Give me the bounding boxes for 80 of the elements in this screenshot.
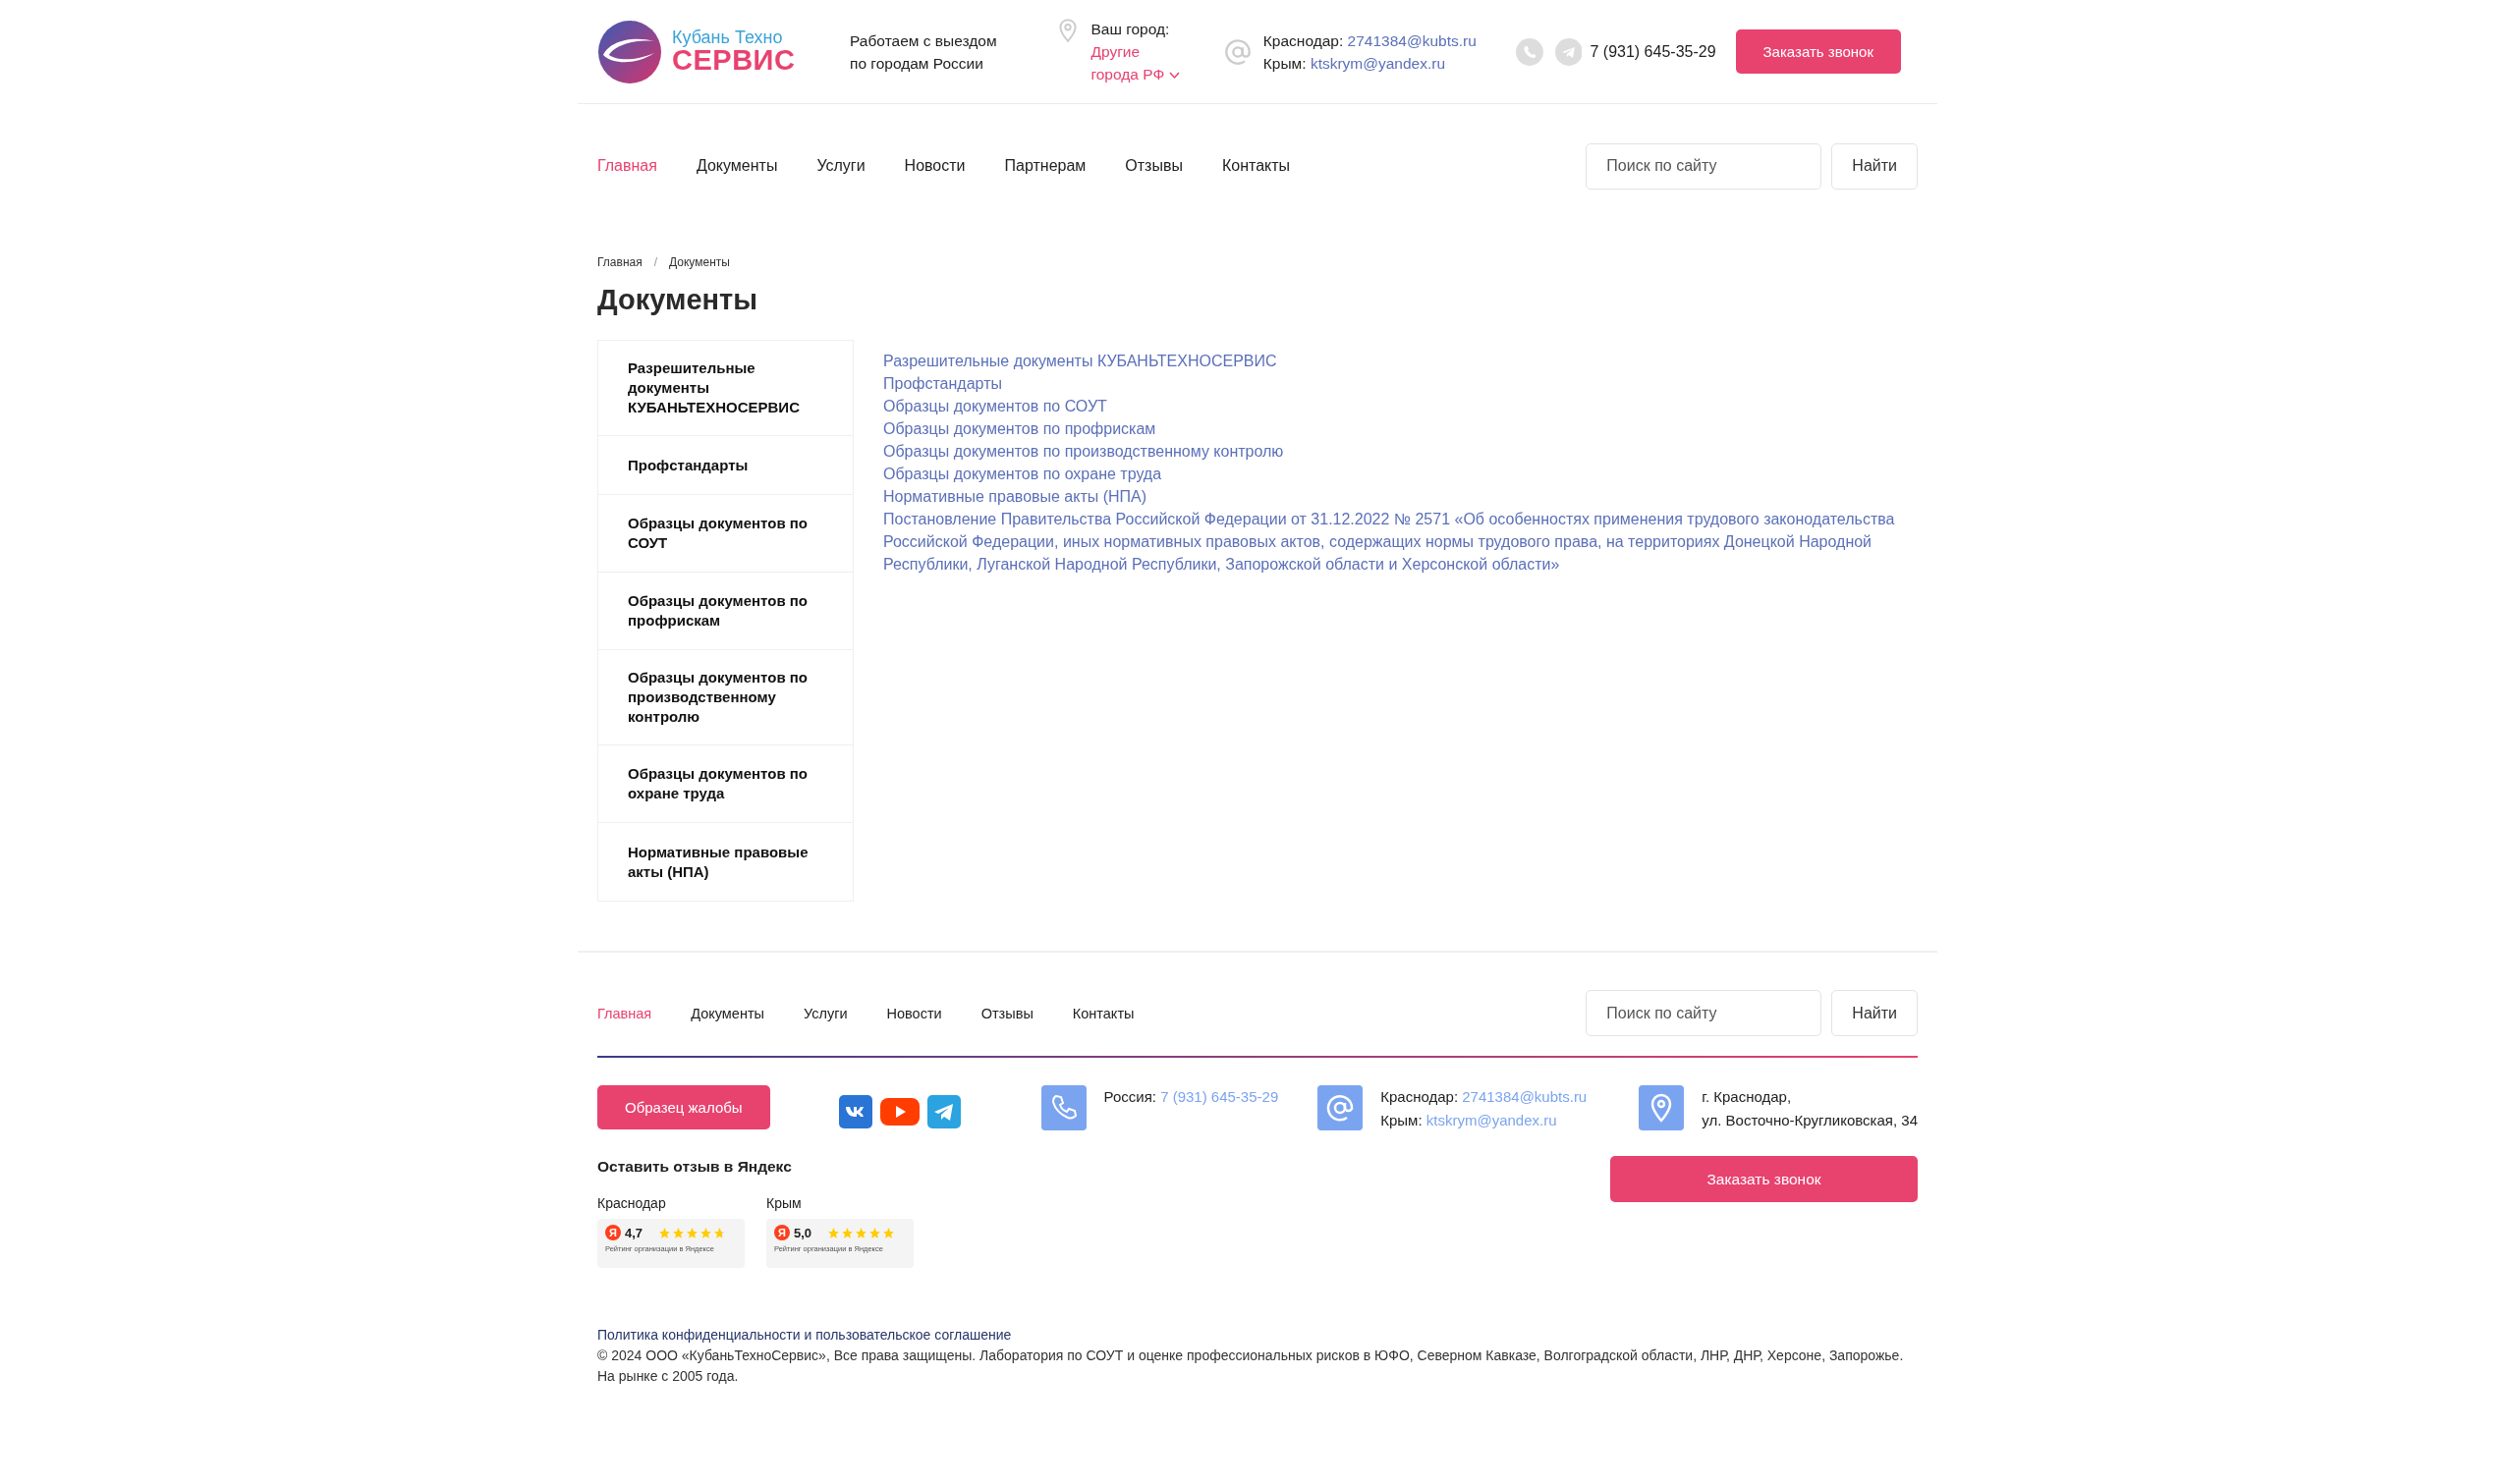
rating-city: Крым <box>766 1195 803 1211</box>
search-field[interactable]: Поиск по сайту <box>1586 142 1822 190</box>
chevron-down-icon <box>1168 72 1180 80</box>
copyright-text: © 2024 ООО «КубаньТехноСервис», Все права защищены. Лаборатория по СОУТ и оценке профессиональных рисков в ЮФО, Северном Кавказе, Волгоградской области, ЛНР, ДНР, Херсоне, Запорожье. На рынке с 2005 года. <box>597 1347 1905 1386</box>
star-icon <box>713 1226 727 1239</box>
star-icon <box>686 1226 699 1239</box>
breadcrumb-separator: / <box>653 255 658 269</box>
email-label: Краснодар: <box>1262 31 1345 49</box>
yandex-logo: Я <box>605 1225 621 1240</box>
email-link[interactable]: ktskrym@yandex.ru <box>1310 54 1446 72</box>
nav-link[interactable]: Главная <box>597 157 657 175</box>
city-label: Ваш город: <box>1090 20 1171 39</box>
email-link[interactable]: 2741384@kubts.ru <box>1347 31 1477 49</box>
nav-link[interactable]: Новости <box>886 1005 942 1021</box>
phone-label: Россия: <box>1103 1088 1157 1105</box>
star-icon <box>855 1226 868 1239</box>
document-link[interactable]: Постановление Правительства Российской Федерации от 31.12.2022 № 2571 «Об особенностях применения трудового законодательства Российской Федерации, иных нормативных правовых актов, содержащих нормы трудового права, на территориях Донецкой Народной Республики, Луганской Народной Республики, Запорожской области и Херсонской области» <box>883 508 1895 576</box>
document-link[interactable]: Нормативные правовые акты (НПА) <box>883 485 1895 508</box>
sidebar-item[interactable]: Разрешительные документы КУБАНЬТЕХНОСЕРВИС <box>598 341 853 436</box>
sidebar-item[interactable]: Образцы документов по СОУТ <box>598 495 853 573</box>
star-icon <box>882 1226 896 1239</box>
complaint-sample-button[interactable]: Образец жалобы <box>597 1085 770 1129</box>
sidebar-item[interactable]: Образцы документов по производственному контролю <box>598 650 853 745</box>
rating-city: Краснодар <box>597 1195 667 1211</box>
nav-link[interactable]: Контакты <box>1072 1005 1135 1021</box>
nav-link[interactable]: Отзывы <box>1125 157 1183 175</box>
phone-icon <box>1040 1085 1087 1130</box>
star-icon <box>827 1226 841 1239</box>
nav-link[interactable]: Партнерам <box>1004 157 1087 175</box>
nav-link[interactable]: Контакты <box>1221 157 1291 175</box>
city-selector[interactable]: Другие города РФ <box>1090 40 1182 85</box>
email-label: Крым: <box>1262 54 1308 72</box>
privacy-policy-link[interactable]: Политика конфиденциальности и пользовательское соглашение <box>597 1325 1012 1346</box>
address-text: ул. Восточно-Кругликовская, 34 <box>1702 1111 1918 1130</box>
callback-button[interactable]: Заказать звонок <box>1610 1156 1918 1202</box>
search-button[interactable]: Найти <box>1831 142 1918 190</box>
document-link[interactable]: Профстандарты <box>883 372 1895 395</box>
breadcrumb-link[interactable]: Документы <box>669 255 730 269</box>
nav-link[interactable]: Новости <box>904 157 966 175</box>
at-sign-icon <box>1317 1085 1364 1130</box>
document-link[interactable]: Образцы документов по профрискам <box>883 417 1895 440</box>
nav-link[interactable]: Главная <box>597 1005 652 1021</box>
sidebar-item[interactable]: Образцы документов по охране труда <box>598 745 853 823</box>
star-icon <box>841 1226 855 1239</box>
callback-button[interactable]: Заказать звонок <box>1735 29 1901 74</box>
nav-link[interactable]: Услуги <box>803 1005 848 1021</box>
star-icon <box>868 1226 882 1239</box>
sidebar-item[interactable]: Нормативные правовые акты (НПА) <box>598 823 853 901</box>
email-label: Крым: <box>1380 1112 1424 1128</box>
logo-text: СЕРВИС <box>672 46 796 75</box>
nav-link[interactable]: Услуги <box>816 157 866 175</box>
logo-text: Кубань Техно <box>672 28 784 46</box>
page-title: Документы <box>597 284 759 316</box>
document-link[interactable]: Разрешительные документы КУБАНЬТЕХНОСЕРВИС <box>883 350 1895 372</box>
nav-link[interactable]: Документы <box>691 1005 764 1021</box>
address-text: г. Краснодар, <box>1702 1087 1793 1107</box>
service-note: Работаем с выездом по городам России <box>850 30 998 74</box>
sidebar-item[interactable]: Профстандарты <box>598 436 853 495</box>
location-pin-icon <box>1639 1085 1685 1130</box>
email-label: Краснодар: <box>1380 1088 1460 1105</box>
search-button[interactable]: Найти <box>1831 990 1918 1036</box>
logo-icon <box>597 19 662 84</box>
vk-icon[interactable] <box>838 1095 872 1128</box>
search-field[interactable]: Поиск по сайту <box>1586 990 1822 1036</box>
phone-number: 7 (931) 645-35-29 <box>1590 42 1716 61</box>
sidebar-item[interactable]: Образцы документов по профрискам <box>598 573 853 650</box>
document-link[interactable]: Образцы документов по охране труда <box>883 463 1895 485</box>
reviews-heading: Оставить отзыв в Яндекс <box>597 1158 793 1176</box>
nav-link[interactable]: Документы <box>696 157 778 175</box>
star-icon <box>672 1226 686 1239</box>
youtube-icon[interactable] <box>879 1095 920 1128</box>
yandex-logo: Я <box>774 1225 790 1240</box>
telegram-icon[interactable] <box>926 1095 961 1128</box>
star-icon <box>699 1226 713 1239</box>
star-icon <box>658 1226 672 1239</box>
at-sign-icon <box>1223 37 1252 66</box>
document-link[interactable]: Образцы документов по СОУТ <box>883 395 1895 417</box>
nav-link[interactable]: Отзывы <box>980 1005 1034 1021</box>
breadcrumb-link[interactable]: Главная <box>597 255 643 269</box>
document-link[interactable]: Образцы документов по производственному контролю <box>883 440 1895 463</box>
